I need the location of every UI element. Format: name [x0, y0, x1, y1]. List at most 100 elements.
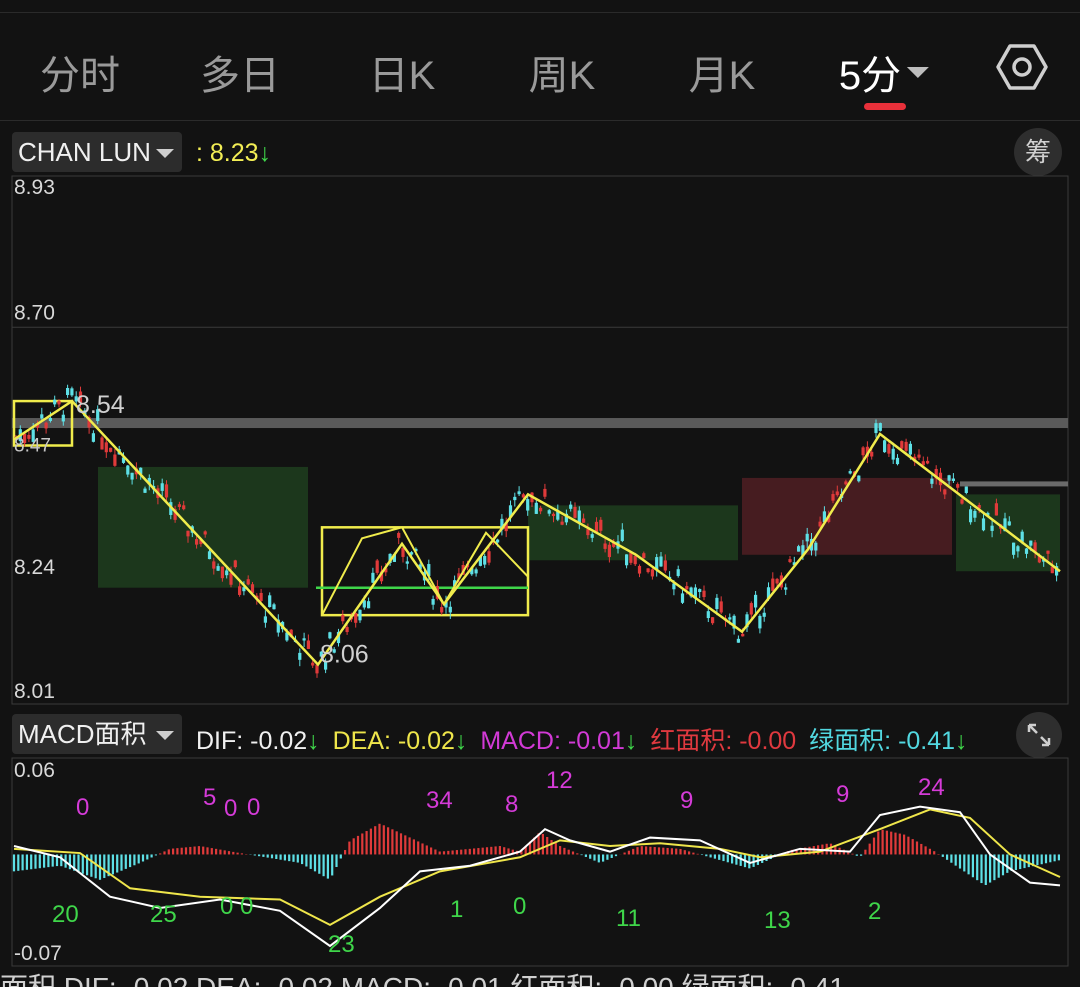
green-area-count: 0 — [220, 893, 233, 920]
candle — [736, 635, 740, 643]
candle-body — [599, 519, 603, 531]
candle-body — [680, 593, 685, 603]
candle-body — [586, 529, 590, 536]
candle — [371, 567, 375, 584]
candle-body — [328, 632, 332, 639]
candle-body — [263, 616, 267, 623]
candle-body — [633, 556, 637, 565]
candle-body — [229, 572, 233, 585]
candle-body — [1029, 540, 1033, 546]
candle-body — [861, 447, 865, 456]
red-area-count: 0 — [247, 794, 260, 821]
candle-body — [431, 598, 435, 605]
candle — [367, 597, 371, 609]
candle-body — [203, 531, 207, 535]
red-area-count: 34 — [426, 787, 453, 814]
candle-body — [762, 612, 766, 617]
candle — [358, 609, 362, 623]
candle-body — [646, 568, 650, 573]
y-tick-label: 8.24 — [14, 556, 55, 579]
candle-body — [973, 510, 977, 518]
green-area-count: 23 — [328, 931, 355, 958]
candle — [109, 447, 113, 453]
secondary-indicator-row: 面积 DIF: -0.02 DEA: -0.02 MACD: -0.01 红面积… — [0, 966, 1080, 987]
candle — [263, 610, 267, 628]
candle-body — [66, 387, 70, 396]
candle-body — [164, 484, 169, 498]
green-area-count: 20 — [52, 901, 79, 928]
candle-body — [848, 471, 852, 474]
candle-body — [797, 546, 801, 552]
candle-body — [48, 417, 52, 421]
candle-body — [663, 560, 667, 571]
candle-body — [100, 437, 104, 450]
candle-body — [113, 454, 117, 466]
candle-body — [259, 592, 263, 601]
candle-body — [358, 609, 362, 621]
candle-body — [878, 423, 882, 431]
candle-body — [177, 504, 181, 507]
candle-body — [569, 504, 573, 509]
candle — [680, 590, 685, 605]
candle — [272, 602, 276, 610]
candle — [702, 585, 706, 601]
candle — [951, 473, 955, 484]
candle-body — [590, 534, 594, 538]
candle-body — [844, 481, 848, 485]
candle-body — [594, 521, 599, 533]
red-area-count: 0 — [224, 795, 237, 822]
candle-body — [917, 454, 921, 458]
candle-body — [964, 486, 968, 494]
candle-body — [706, 611, 710, 619]
candle-body — [736, 638, 740, 643]
candle — [375, 558, 379, 575]
candle-body — [874, 423, 878, 434]
candle-body — [582, 518, 586, 523]
candle-body — [487, 551, 491, 563]
candle — [711, 617, 715, 625]
candle-body — [207, 551, 212, 560]
candle — [749, 601, 753, 619]
candle — [328, 631, 332, 640]
candle-body — [650, 569, 654, 577]
green-area-count: 11 — [616, 905, 641, 932]
candle-body — [1007, 521, 1011, 526]
candle-body — [401, 547, 405, 557]
price-annotation: 8.47 — [14, 436, 51, 457]
candle-body — [1024, 548, 1029, 554]
candle-body — [814, 542, 818, 551]
candle — [788, 556, 792, 564]
candle-body — [104, 442, 108, 453]
candle-body — [143, 488, 147, 493]
candle-body — [603, 543, 607, 549]
candle-body — [926, 460, 930, 464]
candle-body — [698, 589, 702, 593]
candle — [655, 553, 659, 577]
red-area-count: 9 — [680, 787, 693, 814]
candle — [646, 568, 650, 574]
candle-body — [44, 422, 48, 429]
red-area-count: 12 — [546, 767, 573, 794]
candle-body — [543, 488, 547, 497]
candle — [530, 491, 534, 508]
candle — [883, 439, 887, 453]
candle-body — [246, 579, 250, 585]
candle — [302, 632, 306, 648]
candle-body — [951, 478, 955, 481]
green-area-count: 2 — [868, 898, 881, 925]
candle-body — [1012, 542, 1016, 555]
price-annotation: 8.54 — [76, 391, 125, 419]
candle-body — [947, 475, 951, 481]
candle — [719, 596, 723, 614]
candle-body — [728, 617, 732, 620]
red-area-count: 0 — [76, 794, 89, 821]
red-area-count: 9 — [836, 781, 849, 808]
candle-body — [956, 484, 960, 488]
candle-body — [642, 553, 646, 558]
candle-body — [298, 652, 302, 660]
candle — [771, 572, 775, 592]
candle — [573, 502, 577, 519]
candle — [104, 438, 108, 458]
candle — [113, 448, 117, 467]
candle — [650, 568, 654, 580]
